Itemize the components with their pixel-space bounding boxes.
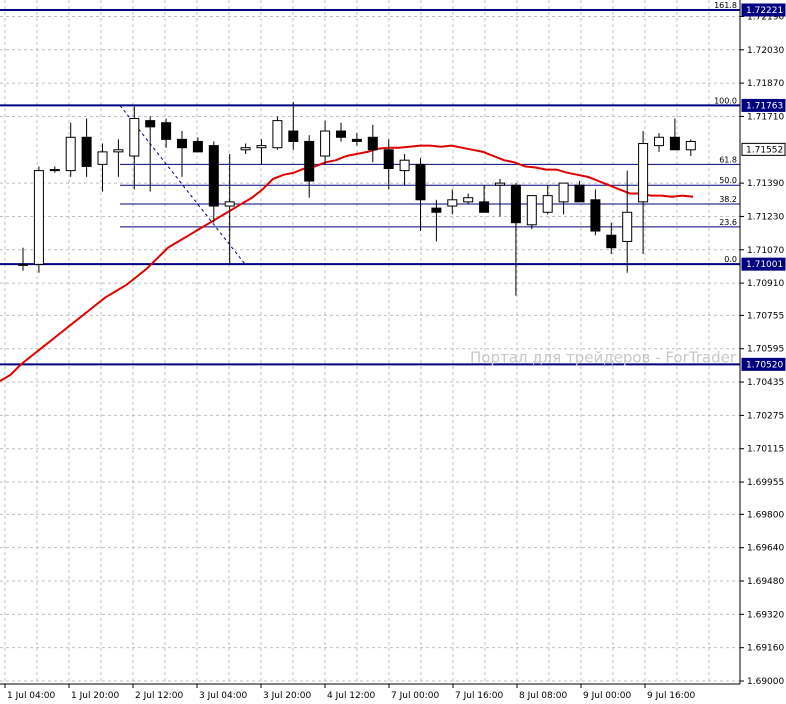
time-tick-label: 8 Jul 08:00: [519, 691, 568, 701]
time-tick-label: 2 Jul 12:00: [135, 691, 184, 701]
price-tick-label: 1.69000: [747, 677, 784, 687]
fib-level-label: 61.8: [719, 155, 737, 164]
fib-level-label: 100.0: [714, 96, 737, 105]
time-tick-label: 7 Jul 16:00: [455, 691, 504, 701]
candle-body-bear: [590, 199, 601, 232]
candle-body-bull: [113, 149, 124, 153]
time-axis: 1 Jul 04:00 1 Jul 20:00 2 Jul 12:00 3 Jul 0…: [0, 683, 740, 701]
candle-body-bear: [415, 163, 426, 201]
candle: [272, 116, 283, 150]
price-tick-label: 1.69320: [747, 610, 784, 620]
price-tick-label: 1.70435: [747, 378, 784, 388]
price-label-box-text: 1.71001: [746, 260, 783, 270]
time-tick-label: 3 Jul 04:00: [199, 691, 248, 701]
candle-body-bull: [638, 143, 649, 203]
candle-body-bear: [351, 138, 362, 142]
candle-body-bear: [574, 184, 585, 203]
price-tick-label: 1.71390: [747, 179, 784, 189]
price-label-box-text: 1.72221: [746, 6, 783, 16]
candle-body-bear: [669, 136, 680, 151]
time-tick-label: 4 Jul 12:00: [327, 691, 376, 701]
candle-body-bear: [81, 136, 92, 167]
candle-body-bear: [431, 207, 442, 213]
candle-body-bull: [542, 195, 553, 213]
time-tick-label: 1 Jul 20:00: [71, 691, 120, 701]
candle-body-bull: [654, 136, 664, 147]
price-label-box-text: 1.71763: [746, 101, 783, 111]
price-tick-label: 1.69955: [747, 478, 784, 488]
candle-body-bull: [622, 211, 633, 242]
fib-level-label: 23.6: [719, 218, 737, 227]
candle-body-bull: [685, 140, 696, 151]
candle-body-bear: [145, 120, 156, 128]
price-tick-label: 1.71710: [747, 112, 784, 122]
candle-body-bull: [97, 151, 108, 165]
time-tick-label: 7 Jul 00:00: [391, 691, 440, 701]
fib-level-label: 50.0: [719, 176, 737, 185]
candle-body-bull: [463, 197, 474, 203]
candle-body-bull: [447, 199, 458, 207]
price-tick-label: 1.70755: [747, 311, 784, 321]
candle-body-bear: [479, 201, 490, 213]
candle-body-bull: [224, 201, 235, 207]
candle-body-bull: [256, 145, 267, 149]
candle-body-bull: [399, 159, 410, 172]
candle: [33, 166, 44, 273]
candle-body-bear: [606, 234, 617, 249]
candle-body-bull: [526, 195, 537, 226]
price-tick-label: 1.71230: [747, 212, 784, 222]
price-tick-label: 1.71070: [747, 246, 784, 256]
price-tick-label: 1.69640: [747, 544, 784, 554]
fib-level-label: 0.0: [724, 255, 737, 264]
candle-body-bull: [320, 130, 331, 157]
price-tick-label: 1.69160: [747, 644, 784, 654]
fib-level-label: 161.8: [714, 1, 737, 10]
price-label-box-text: 1.70520: [746, 360, 783, 370]
candle-body-bear: [208, 145, 219, 207]
candle-body-bull: [129, 118, 140, 157]
candle-body-bull: [18, 263, 28, 266]
candle-body-bear: [336, 130, 346, 138]
candle-body-bear: [304, 140, 315, 182]
candle-body-bear: [383, 149, 394, 170]
candle-body-bull: [33, 170, 44, 265]
price-label-box-text: 1.71552: [746, 145, 783, 155]
candle-body-bull: [272, 120, 283, 149]
watermark-text: Портал для трейдеров - ForTrader: [470, 348, 737, 366]
candle-body-bear: [288, 130, 299, 142]
time-tick-label: 1 Jul 04:00: [7, 691, 56, 701]
fib-level-label: 38.2: [719, 195, 737, 204]
price-tick-label: 1.70910: [747, 279, 784, 289]
candle: [526, 195, 537, 229]
price-tick-label: 1.72030: [747, 46, 784, 56]
candle-body-bull: [240, 147, 251, 151]
candle-body-bear: [367, 136, 378, 151]
price-tick-label: 1.69480: [747, 577, 784, 587]
candle-body-bull: [65, 136, 76, 172]
candle-body-bull: [558, 182, 569, 203]
candle-body-bear: [177, 138, 187, 149]
candle-body-bull: [49, 169, 60, 172]
candle-body-bear: [510, 184, 521, 224]
price-tick-label: 1.70275: [747, 411, 784, 421]
time-tick-label: 9 Jul 00:00: [583, 691, 632, 701]
candle-body-bear: [192, 140, 203, 153]
time-tick-label: 9 Jul 16:00: [647, 691, 696, 701]
candle-body-bull: [495, 182, 505, 186]
price-tick-label: 1.70115: [747, 445, 784, 455]
candle-body-bear: [161, 122, 172, 140]
price-tick-label: 1.70595: [747, 345, 784, 355]
price-tick-label: 1.69800: [747, 510, 784, 520]
candlestick-chart[interactable]: 161.8 100.0 61.8 50.0 38.2 23.6 0.0 Портал для…: [0, 0, 786, 704]
time-tick-label: 3 Jul 20:00: [263, 691, 312, 701]
price-tick-label: 1.71870: [747, 79, 784, 89]
